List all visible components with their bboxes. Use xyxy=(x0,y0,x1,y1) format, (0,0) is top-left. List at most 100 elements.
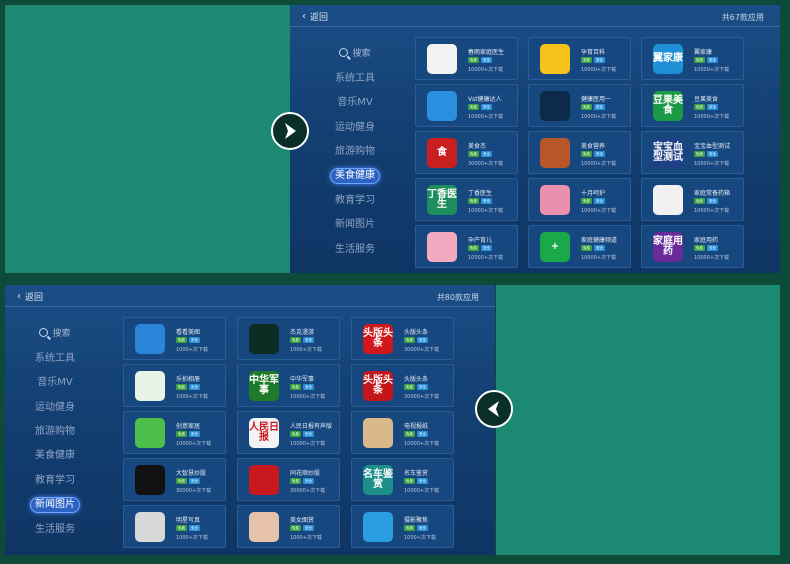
app-card[interactable]: 电视报纸 免费 安全 10000+次下载 xyxy=(351,411,454,454)
app-card[interactable]: 春雨家庭医生 免费 安全 10000+次下载 xyxy=(415,37,518,80)
app-name: Vst健康达人 xyxy=(468,96,502,103)
safe-badge: 安全 xyxy=(481,151,492,157)
app-card[interactable]: 十月呵护 免费 安全 10000+次下载 xyxy=(528,178,631,221)
app-card[interactable]: 家庭用药 家庭用药 免费 安全 10000+次下载 xyxy=(641,225,744,268)
safe-badge: 安全 xyxy=(481,104,492,110)
app-name: 丁香医生 xyxy=(468,190,493,197)
app-card[interactable]: 美食营养 免费 安全 10000+次下载 xyxy=(528,131,631,174)
download-count: 10000+次下载 xyxy=(694,161,730,167)
safe-badge: 安全 xyxy=(417,337,428,343)
category-system-tools[interactable]: 系统工具 xyxy=(305,70,405,88)
category-label: 教育学习 xyxy=(35,475,75,486)
picture-icon xyxy=(135,324,165,354)
green-panel-bottom xyxy=(496,285,780,555)
category-education[interactable]: 教育学习 xyxy=(5,472,105,490)
app-name: 十月呵护 xyxy=(581,190,606,197)
app-tags: 免费 安全 xyxy=(581,151,605,157)
download-count: 10000+次下载 xyxy=(404,441,440,447)
search-button[interactable]: 搜索 xyxy=(5,325,105,343)
app-card[interactable]: 人民日报 人民日报有声版 免费 安全 10000+次下载 xyxy=(237,411,340,454)
app-card[interactable]: 孕育百科 免费 安全 10000+次下载 xyxy=(528,37,631,80)
app-tags: 免费 安全 xyxy=(176,478,200,484)
category-news-pictures[interactable]: 新闻图片 xyxy=(305,216,405,234)
app-name: 美食杰 xyxy=(468,143,487,150)
house-cloud-icon: 翼家康 xyxy=(653,44,683,74)
category-life-services[interactable]: 生活服务 xyxy=(305,241,405,259)
back-button[interactable]: ‹ 返回 xyxy=(17,290,43,303)
free-badge: 免费 xyxy=(404,384,415,390)
app-card[interactable]: 名车鉴赏 名车鉴赏 免费 安全 10000+次下载 xyxy=(351,458,454,501)
previous-page-button[interactable] xyxy=(475,390,513,428)
app-card[interactable]: 丁香医生 丁香医生 免费 安全 10000+次下载 xyxy=(415,178,518,221)
newspaper-red-icon: 人民日报 xyxy=(249,418,279,448)
category-travel-shopping[interactable]: 旅游购物 xyxy=(5,423,105,441)
app-card[interactable]: 明星写真 免费 安全 1000+次下载 xyxy=(123,505,226,548)
app-card[interactable]: 食 美食杰 免费 安全 30000+次下载 xyxy=(415,131,518,174)
app-card[interactable]: 家庭常备药箱 免费 安全 10000+次下载 xyxy=(641,178,744,221)
download-count: 10000+次下载 xyxy=(694,255,730,261)
app-card[interactable]: 美女图赏 免费 安全 1000+次下载 xyxy=(237,505,340,548)
app-card[interactable]: 豆果美食 豆果美食 免费 安全 10000+次下载 xyxy=(641,84,744,127)
headline-icon: 头版头条 xyxy=(363,371,393,401)
next-page-button[interactable] xyxy=(271,112,309,150)
search-label: 搜索 xyxy=(52,329,71,339)
category-music-mv[interactable]: 音乐MV xyxy=(305,94,405,112)
app-name: 人民日报有声版 xyxy=(290,423,333,430)
search-button[interactable]: 搜索 xyxy=(305,45,405,63)
category-life-services[interactable]: 生活服务 xyxy=(5,521,105,539)
app-card[interactable]: + 家庭健康频道 免费 安全 10000+次下载 xyxy=(528,225,631,268)
app-name: 宝宝血型测试 xyxy=(694,143,731,150)
category-fitness[interactable]: 运动健身 xyxy=(5,399,105,417)
app-card[interactable]: 宝宝血型测试 宝宝血型测试 免费 安全 10000+次下载 xyxy=(641,131,744,174)
category-food-health[interactable]: 美食健康 xyxy=(5,447,105,465)
category-label: 美食健康 xyxy=(35,450,75,461)
safe-badge: 安全 xyxy=(707,198,718,204)
download-count: 10000+次下载 xyxy=(468,114,504,120)
app-name: 同花顺炒股 xyxy=(290,470,321,477)
planet-icon xyxy=(249,324,279,354)
app-card[interactable]: Vst健康达人 免费 安全 10000+次下载 xyxy=(415,84,518,127)
app-tags: 免费 安全 xyxy=(694,104,718,110)
app-card[interactable]: 孕产育儿 免费 安全 10000+次下载 xyxy=(415,225,518,268)
app-card[interactable]: 头版头条 头版头条 免费 安全 30000+次下载 xyxy=(351,317,454,360)
download-count: 30000+次下载 xyxy=(290,488,326,494)
app-card[interactable]: 摄影聚焦 免费 安全 1000+次下载 xyxy=(351,505,454,548)
free-badge: 免费 xyxy=(290,431,301,437)
blood-drop-icon: 宝宝血型测试 xyxy=(653,138,683,168)
category-music-mv[interactable]: 音乐MV xyxy=(5,374,105,392)
app-card[interactable]: 中华军事 中华军事 免费 安全 10000+次下载 xyxy=(237,364,340,407)
category-fitness[interactable]: 运动健身 xyxy=(305,119,405,137)
app-card[interactable]: 杰克漫游 免费 安全 1000+次下载 xyxy=(237,317,340,360)
category-travel-shopping[interactable]: 旅游购物 xyxy=(305,143,405,161)
category-food-health[interactable]: 美食健康 xyxy=(305,167,405,185)
app-name: 明星写真 xyxy=(176,517,201,524)
back-button[interactable]: ‹ 返回 xyxy=(302,10,328,23)
download-count: 30000+次下载 xyxy=(404,394,440,400)
app-card[interactable]: 大智慧炒股 免费 安全 30000+次下载 xyxy=(123,458,226,501)
app-count: 共80款应用 xyxy=(436,293,479,302)
category-education[interactable]: 教育学习 xyxy=(305,192,405,210)
app-card[interactable]: 乐拍相册 免费 安全 1000+次下载 xyxy=(123,364,226,407)
app-card[interactable]: 看看美图 免费 安全 1000+次下载 xyxy=(123,317,226,360)
app-tags: 免费 安全 xyxy=(694,198,718,204)
app-name: 家庭常备药箱 xyxy=(694,190,731,197)
free-badge: 免费 xyxy=(694,151,705,157)
app-card[interactable]: 创意家居 免费 安全 10000+次下载 xyxy=(123,411,226,454)
category-news-pictures[interactable]: 新闻图片 xyxy=(5,496,105,514)
category-label: 运动健身 xyxy=(335,122,375,133)
app-card[interactable]: 健康医用一 免费 安全 10000+次下载 xyxy=(528,84,631,127)
app-card[interactable]: 头版头条 头版头条 免费 安全 30000+次下载 xyxy=(351,364,454,407)
app-card[interactable]: 同花顺炒股 免费 安全 30000+次下载 xyxy=(237,458,340,501)
medkit-icon xyxy=(653,185,683,215)
download-count: 10000+次下载 xyxy=(581,67,617,73)
app-tags: 免费 安全 xyxy=(468,198,492,204)
category-system-tools[interactable]: 系统工具 xyxy=(5,350,105,368)
category-label: 生活服务 xyxy=(35,524,75,535)
portrait-icon xyxy=(249,512,279,542)
category-label: 教育学习 xyxy=(335,195,375,206)
category-sidebar: 搜索 系统工具 音乐MV 运动健身 旅游购物 美食健康 教育学习 新闻图片 生活… xyxy=(305,27,410,273)
app-card[interactable]: 翼家康 翼家康 免费 安全 10000+次下载 xyxy=(641,37,744,80)
app-name: 健康医用一 xyxy=(581,96,612,103)
safe-badge: 安全 xyxy=(481,57,492,63)
app-tags: 免费 安全 xyxy=(581,198,605,204)
